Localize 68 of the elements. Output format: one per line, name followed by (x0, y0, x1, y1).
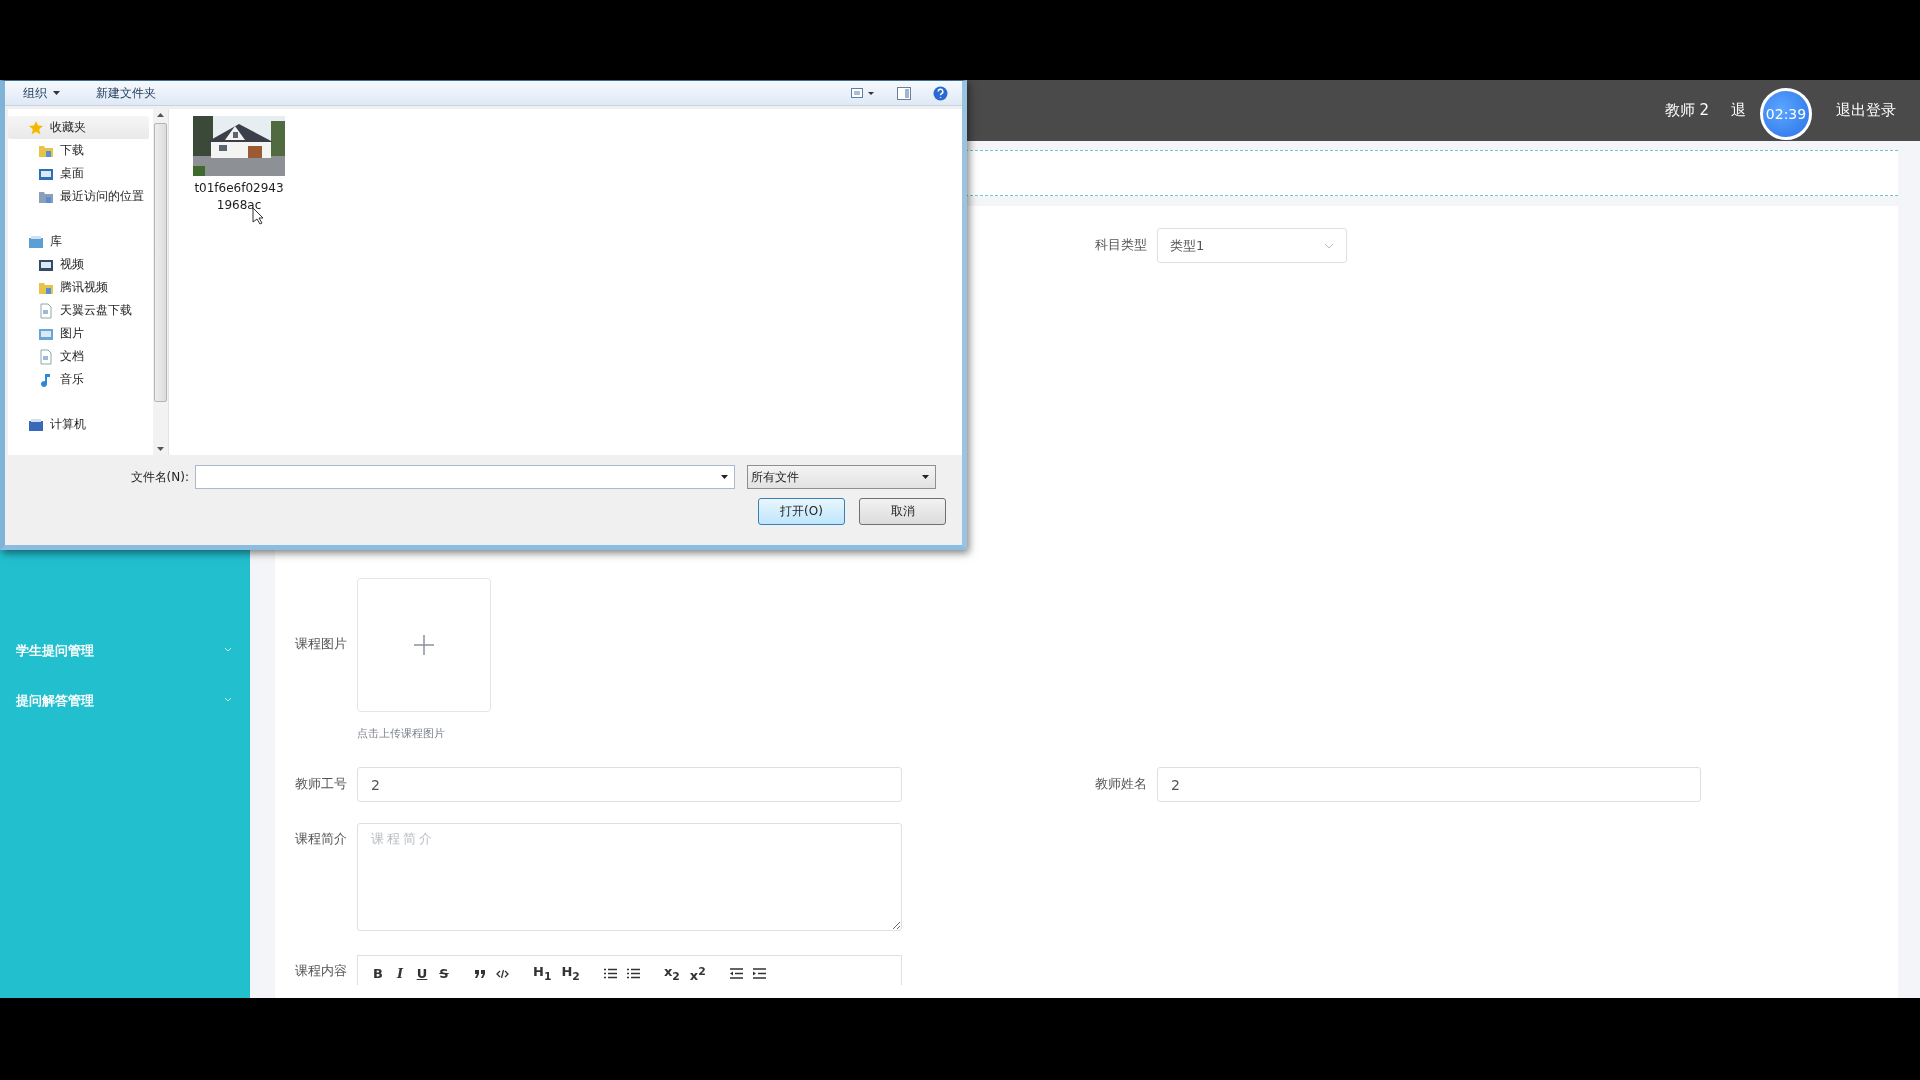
dropdown-arrow-icon (922, 475, 929, 479)
nav-item[interactable]: 计算机 (8, 413, 153, 436)
code-icon[interactable] (496, 968, 509, 979)
dropdown-arrow-icon[interactable] (721, 475, 728, 479)
user-name: 教师 2 (1664, 101, 1709, 120)
file-name-field[interactable] (195, 465, 735, 489)
nav-item[interactable]: 最近访问的位置 (8, 185, 153, 208)
field-label: 课程简介 (295, 831, 345, 848)
view-options-icon[interactable] (851, 87, 875, 99)
format-button[interactable]: x$^{2}$ (689, 962, 706, 985)
nav-item[interactable]: 图片 (8, 322, 153, 345)
nav-item[interactable]: 收藏夹 (8, 116, 149, 139)
field-label: 科目类型 (1095, 237, 1145, 254)
subject-type-select[interactable]: 类型1 (1157, 228, 1347, 263)
course-intro-field[interactable]: 课程简介 (357, 823, 902, 931)
upload-hint: 点击上传课程图片 (357, 726, 446, 741)
nav-item[interactable]: 天翼云盘下载 (8, 299, 153, 322)
logout-link[interactable]: 退出登录 (1836, 101, 1896, 120)
nav-item[interactable]: 文档 (8, 345, 153, 368)
format-button[interactable]: H$_{1}$ (533, 962, 552, 985)
format-button[interactable]: x$_{2}$ (663, 962, 680, 985)
nav-icon (28, 119, 44, 136)
open-button[interactable]: 打开(O) (758, 498, 845, 525)
chevron-down-icon (224, 646, 232, 652)
teacher-id-field[interactable]: 2 (357, 767, 902, 802)
nav-icon (28, 416, 44, 433)
format-button[interactable]: U (416, 965, 428, 982)
mouse-pointer-icon (252, 207, 264, 225)
field-label: 课程图片 (295, 636, 345, 653)
file-item[interactable]: t01f6e6f029431968ac (191, 116, 287, 214)
help-icon[interactable] (933, 85, 948, 101)
teacher-name-field[interactable]: 2 (1157, 767, 1701, 802)
timer-badge: 02:39 (1760, 88, 1812, 140)
nav-icon (38, 348, 54, 365)
bullet-list-icon[interactable] (626, 968, 640, 979)
preview-pane-icon[interactable] (897, 86, 911, 100)
format-button[interactable]: I (394, 965, 406, 982)
nav-item[interactable]: 库 (8, 230, 153, 253)
format-button[interactable]: S (438, 965, 450, 982)
nav-item[interactable]: 下载 (8, 139, 153, 162)
scroll-thumb[interactable] (154, 123, 167, 402)
nav-icon (38, 302, 54, 319)
indent-icon[interactable] (752, 968, 766, 979)
nav-item[interactable]: 腾讯视频 (8, 276, 153, 299)
file-type-select[interactable]: 所有文件 (747, 465, 936, 489)
chevron-down-icon (1324, 242, 1334, 249)
scroll-down-icon[interactable] (157, 447, 164, 451)
organize-menu-button[interactable]: 组织 (23, 84, 47, 102)
format-button[interactable]: B (372, 965, 384, 982)
scroll-up-icon[interactable] (157, 113, 164, 117)
outdent-icon[interactable] (729, 968, 743, 979)
nav-item[interactable]: 桌面 (8, 162, 153, 185)
format-button[interactable]: H$_{2}$ (561, 962, 580, 985)
caret-icon[interactable] (53, 91, 60, 95)
file-name-label: 文件名(N): (129, 468, 190, 486)
new-folder-button[interactable]: 新建文件夹 (96, 84, 156, 102)
cancel-button[interactable]: 取消 (859, 498, 946, 525)
nav-item[interactable]: 视频 (8, 253, 153, 276)
nav-item[interactable]: 音乐 (8, 368, 153, 391)
field-label: 课程内容 (295, 963, 345, 980)
field-label: 教师姓名 (1095, 776, 1145, 793)
header-link[interactable]: 退 (1731, 101, 1746, 120)
quote-icon[interactable] (474, 968, 486, 979)
scrollbar[interactable] (153, 109, 168, 455)
nav-icon (28, 233, 44, 250)
chevron-down-icon (224, 696, 232, 702)
plus-icon (414, 635, 434, 655)
field-label: 教师工号 (295, 776, 345, 793)
